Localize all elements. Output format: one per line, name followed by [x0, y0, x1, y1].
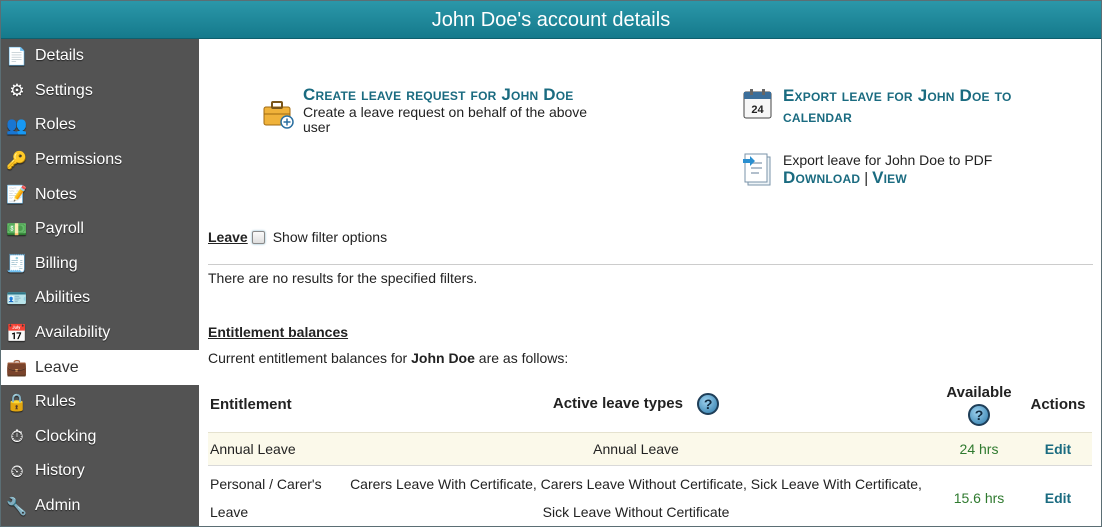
sidebar-item-clocking[interactable]: ⏱ Clocking [1, 420, 199, 455]
sidebar-item-label: Notes [35, 185, 77, 203]
header-actions: Actions [1030, 395, 1086, 413]
edit-link[interactable]: Edit [1024, 465, 1092, 526]
export-pdf-action: Export leave for John Doe to PDF Downloa… [741, 151, 1061, 188]
sidebar-item-label: Payroll [35, 220, 84, 238]
sidebar-item-history[interactable]: ⏲ History [1, 454, 199, 489]
sidebar-item-label: Clocking [35, 427, 97, 445]
sidebar-item-permissions[interactable]: 🔑 Permissions [1, 143, 199, 178]
show-filter-label[interactable]: Show filter options [273, 229, 387, 245]
sidebar-item-roles[interactable]: 👥 Roles [1, 108, 199, 143]
leave-section-label: Leave [208, 229, 248, 245]
entitlement-cell: Annual Leave [208, 431, 338, 466]
sidebar-item-availability[interactable]: 📅 Availability [1, 316, 199, 351]
account-details-window: John Doe's account details 📄 Details ⚙ Sett… [0, 0, 1102, 527]
edit-link[interactable]: Edit [1024, 431, 1092, 466]
divider [208, 264, 1093, 265]
sidebar-item-label: Rules [35, 393, 76, 411]
export-calendar-action: 24 Export leave for John Doe to calendar [741, 85, 1061, 127]
svg-text:24: 24 [751, 104, 764, 116]
available-cell: 15.6 hrs [934, 465, 1024, 526]
show-filter-checkbox[interactable] [251, 230, 265, 244]
sidebar: 📄 Details ⚙ Settings 👥 Roles 🔑 Permissions 📝 Note… [1, 39, 199, 526]
create-leave-description: Create a leave request on behalf of the … [303, 104, 588, 135]
sidebar-item-billing[interactable]: 🧾 Billing [1, 247, 199, 282]
sidebar-item-settings[interactable]: ⚙ Settings [1, 74, 199, 109]
lock-icon: 🔒 [6, 392, 28, 412]
sidebar-item-label: Permissions [35, 151, 123, 169]
header-available: Available ? [934, 377, 1024, 432]
details-icon: 📄 [6, 46, 28, 66]
page-title: John Doe's account details [1, 1, 1101, 39]
billing-icon: 🧾 [6, 254, 28, 274]
sidebar-item-label: Availability [35, 324, 111, 342]
download-link[interactable]: Download [783, 168, 860, 188]
sidebar-item-admin[interactable]: 🔧 Admin [1, 489, 199, 524]
entitlement-cell: Personal / Carer's Leave [208, 465, 338, 526]
notes-icon: 📝 [6, 185, 28, 205]
no-results-message: There are no results for the specified f… [208, 270, 478, 286]
main-content: Create leave request for John Doe Create… [199, 39, 1101, 526]
permissions-icon: 🔑 [6, 150, 28, 170]
gear-icon: ⚙ [9, 81, 25, 101]
document-export-icon [741, 153, 775, 187]
user-name: John Doe [411, 350, 475, 366]
briefcase-icon: 💼 [6, 358, 28, 378]
leave-types-cell: Annual Leave [338, 431, 934, 466]
export-calendar-link[interactable]: Export leave for John Doe to calendar [783, 85, 1043, 127]
create-leave-link[interactable]: Create leave request for John Doe [303, 85, 603, 105]
entitlement-balances-title: Entitlement balances [208, 324, 349, 340]
leave-filter-row: Leave Show filter options [208, 229, 387, 245]
sidebar-item-abilities[interactable]: 🪪 Abilities [1, 281, 199, 316]
briefcase-add-icon [263, 97, 295, 131]
clock-icon: ⏱ [10, 427, 24, 447]
help-icon[interactable]: ? [968, 404, 990, 427]
sidebar-item-label: Admin [35, 497, 81, 515]
sidebar-item-label: Billing [35, 254, 78, 272]
sidebar-item-label: Abilities [35, 289, 91, 307]
sidebar-item-label: Details [35, 47, 84, 65]
roles-icon: 👥 [6, 115, 28, 135]
sidebar-item-details[interactable]: 📄 Details [1, 39, 199, 74]
available-cell: 24 hrs [934, 431, 1024, 466]
wrench-icon: 🔧 [6, 496, 28, 516]
sidebar-item-label: Roles [35, 116, 76, 134]
sidebar-item-label: Settings [35, 81, 93, 99]
sidebar-item-leave[interactable]: 💼 Leave [1, 350, 199, 385]
table-row: Personal / Carer's Leave Carers Leave Wi… [208, 465, 1092, 526]
export-pdf-text: Export leave for John Doe to PDF [783, 152, 993, 168]
abilities-icon: 🪪 [6, 288, 28, 308]
header-entitlement: Entitlement [210, 395, 292, 413]
sidebar-item-label: Leave [35, 358, 79, 376]
sidebar-item-rules[interactable]: 🔒 Rules [1, 385, 199, 420]
payroll-icon: 💵 [6, 219, 28, 239]
table-row: Annual Leave Annual Leave 24 hrs Edit [208, 431, 1092, 466]
sidebar-item-label: History [35, 462, 85, 480]
create-leave-action: Create leave request for John Doe Create… [263, 85, 593, 135]
help-icon[interactable]: ? [697, 393, 720, 416]
sidebar-item-notes[interactable]: 📝 Notes [1, 177, 199, 212]
leave-types-cell: Carers Leave With Certificate, Carers Le… [338, 465, 934, 526]
calendar-icon: 📅 [6, 323, 28, 343]
entitlement-table: Entitlement Active leave types ? Availab… [208, 377, 1092, 526]
calendar-icon: 24 [741, 87, 775, 121]
link-separator: | [864, 170, 869, 187]
entitlement-balances-description: Current entitlement balances for John Do… [208, 350, 569, 366]
header-active-leave-types: Active leave types ? [338, 377, 934, 432]
view-link[interactable]: View [872, 168, 907, 188]
sidebar-item-payroll[interactable]: 💵 Payroll [1, 212, 199, 247]
history-icon: ⏲ [10, 461, 24, 481]
